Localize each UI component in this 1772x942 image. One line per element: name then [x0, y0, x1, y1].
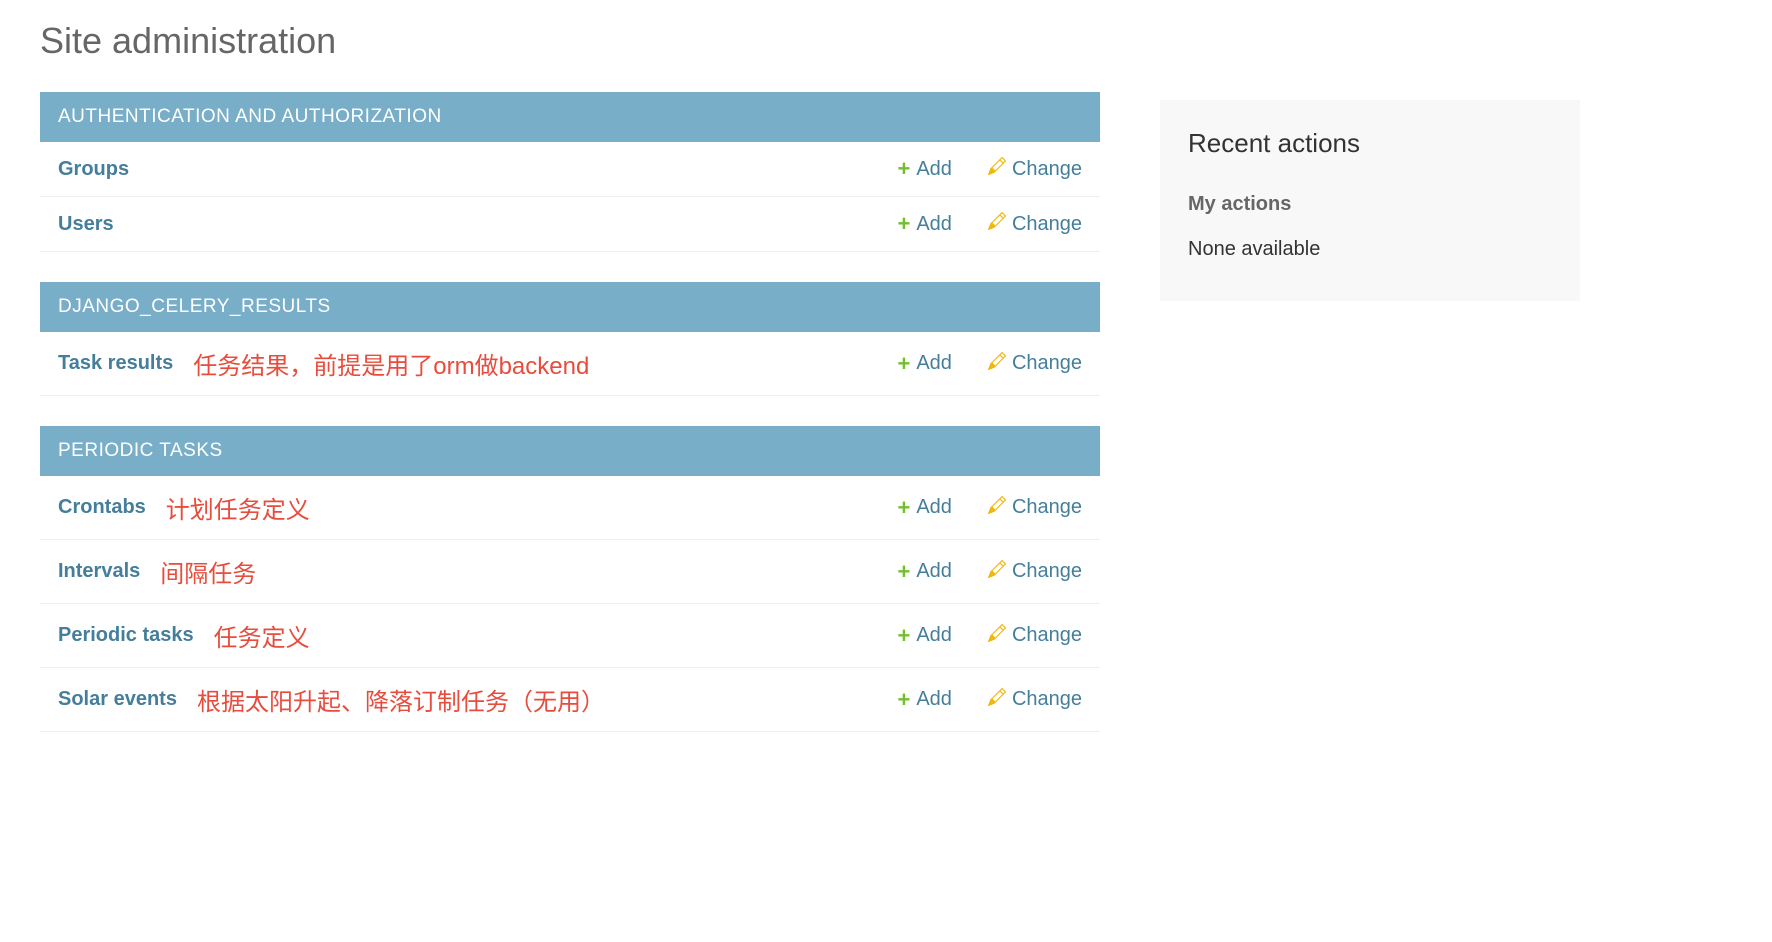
- change-link[interactable]: Change: [988, 212, 1082, 236]
- model-actions: + Add Change: [897, 351, 1082, 377]
- change-link[interactable]: Change: [988, 688, 1082, 712]
- add-label: Add: [916, 624, 952, 647]
- change-link[interactable]: Change: [988, 157, 1082, 181]
- model-annotation: 任务定义: [214, 618, 898, 653]
- pencil-icon: [988, 157, 1006, 181]
- add-link[interactable]: + Add: [897, 559, 951, 585]
- add-link[interactable]: + Add: [897, 687, 951, 713]
- change-link[interactable]: Change: [988, 560, 1082, 584]
- model-row: Solar events 根据太阳升起、降落订制任务（无用）+ Add Change: [40, 668, 1100, 732]
- add-label: Add: [916, 213, 952, 236]
- model-row: Intervals 间隔任务+ Add Change: [40, 540, 1100, 604]
- plus-icon: +: [897, 211, 910, 237]
- add-link[interactable]: + Add: [897, 623, 951, 649]
- model-row: Periodic tasks 任务定义+ Add Change: [40, 604, 1100, 668]
- change-label: Change: [1012, 560, 1082, 583]
- pencil-icon: [988, 560, 1006, 584]
- module-header[interactable]: DJANGO_CELERY_RESULTS: [40, 282, 1100, 332]
- model-link[interactable]: Task results: [58, 352, 173, 375]
- pencil-icon: [988, 496, 1006, 520]
- add-link[interactable]: + Add: [897, 211, 951, 237]
- module: AUTHENTICATION AND AUTHORIZATION Groups + A…: [40, 92, 1100, 252]
- model-row: Crontabs 计划任务定义+ Add Change: [40, 476, 1100, 540]
- model-annotation: 间隔任务: [160, 554, 897, 589]
- module: PERIODIC TASKSCrontabs计划任务定义+AddChangeIn…: [40, 426, 1100, 732]
- model-link[interactable]: Groups: [58, 158, 129, 181]
- add-label: Add: [916, 496, 952, 519]
- add-label: Add: [916, 560, 952, 583]
- plus-icon: +: [897, 495, 910, 521]
- change-label: Change: [1012, 158, 1082, 181]
- module-header[interactable]: AUTHENTICATION AND AUTHORIZATION: [40, 92, 1100, 142]
- change-label: Change: [1012, 624, 1082, 647]
- model-actions: + Add Change: [897, 687, 1082, 713]
- model-actions: + Add Change: [897, 156, 1082, 182]
- plus-icon: +: [897, 623, 910, 649]
- my-actions-heading: My actions: [1188, 193, 1552, 216]
- pencil-icon: [988, 212, 1006, 236]
- model-annotation: 根据太阳升起、降落订制任务（无用）: [197, 682, 898, 717]
- model-link[interactable]: Crontabs: [58, 496, 146, 519]
- recent-actions-title: Recent actions: [1188, 128, 1552, 159]
- module-header[interactable]: PERIODIC TASKS: [40, 426, 1100, 476]
- add-label: Add: [916, 688, 952, 711]
- change-link[interactable]: Change: [988, 352, 1082, 376]
- model-row: Task results 任务结果，前提是用了orm做backend+ Add Cha…: [40, 332, 1100, 396]
- plus-icon: +: [897, 559, 910, 585]
- add-link[interactable]: + Add: [897, 156, 951, 182]
- page-title: Site administration: [40, 20, 1100, 62]
- model-actions: + Add Change: [897, 559, 1082, 585]
- change-label: Change: [1012, 213, 1082, 236]
- module: DJANGO_CELERY_RESULTS Task results 任务结果，前提…: [40, 282, 1100, 396]
- pencil-icon: [988, 624, 1006, 648]
- model-row: Groups + Add Change: [40, 142, 1100, 197]
- add-label: Add: [916, 158, 952, 181]
- add-link[interactable]: + Add: [897, 351, 951, 377]
- pencil-icon: [988, 352, 1006, 376]
- model-row: Users + Add Change: [40, 197, 1100, 252]
- change-label: Change: [1012, 688, 1082, 711]
- model-link[interactable]: Users: [58, 213, 114, 236]
- add-label: Add: [916, 352, 952, 375]
- model-link[interactable]: Periodic tasks: [58, 624, 194, 647]
- plus-icon: +: [897, 351, 910, 377]
- plus-icon: +: [897, 687, 910, 713]
- change-label: Change: [1012, 496, 1082, 519]
- recent-actions-panel: Recent actions My actions None available: [1160, 100, 1580, 301]
- model-actions: + Add Change: [897, 495, 1082, 521]
- change-link[interactable]: Change: [988, 624, 1082, 648]
- model-link[interactable]: Intervals: [58, 560, 140, 583]
- model-annotation: 任务结果，前提是用了orm做backend: [193, 346, 897, 381]
- change-link[interactable]: Change: [988, 496, 1082, 520]
- recent-actions-empty: None available: [1188, 238, 1552, 261]
- plus-icon: +: [897, 156, 910, 182]
- model-link[interactable]: Solar events: [58, 688, 177, 711]
- model-actions: + Add Change: [897, 211, 1082, 237]
- model-annotation: 计划任务定义: [166, 490, 898, 525]
- add-link[interactable]: + Add: [897, 495, 951, 521]
- pencil-icon: [988, 688, 1006, 712]
- change-label: Change: [1012, 352, 1082, 375]
- model-actions: + Add Change: [897, 623, 1082, 649]
